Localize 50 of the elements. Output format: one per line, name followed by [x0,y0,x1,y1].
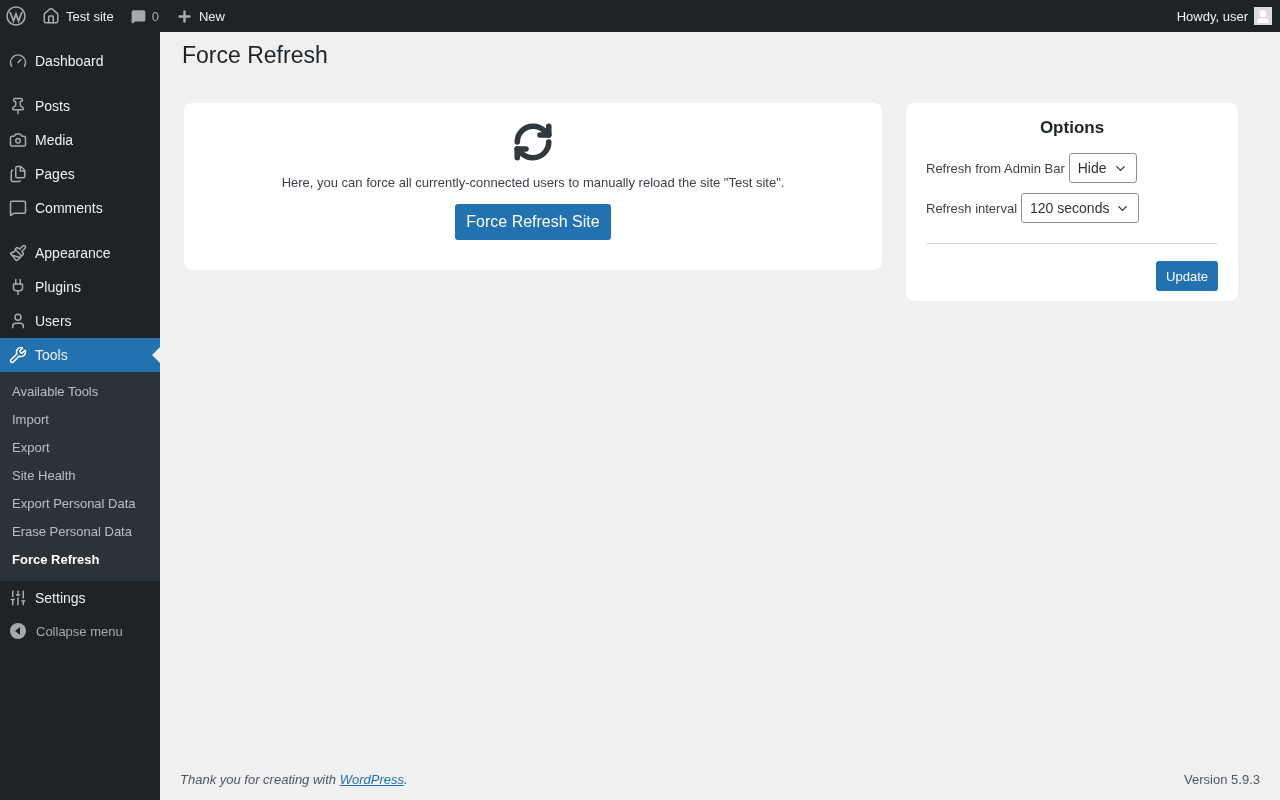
force-refresh-button[interactable]: Force Refresh Site [455,204,611,240]
home-icon [42,7,60,25]
speech-bubble-icon [130,8,146,24]
select-field[interactable]: 120 seconds [1021,193,1140,223]
pin-icon [9,97,27,115]
camera-icon [9,131,27,149]
sidebar-item[interactable]: Plugins [0,270,160,304]
description-text: Here, you can force all currently-connected users to manually reload the site "Test site". [281,175,785,190]
sidebar-item[interactable]: Media [0,123,160,157]
sidebar-item[interactable]: Pages [0,157,160,191]
sliders-icon [9,589,27,607]
greeting-link[interactable]: Howdy, user [1176,8,1248,24]
submenu-item[interactable]: Export [0,434,160,462]
sidebar-item[interactable]: Tools [0,338,160,372]
update-button[interactable]: Update [1156,261,1218,291]
files-icon [9,165,27,183]
submenu-item[interactable]: Export Personal Data [0,490,160,518]
submenu-item[interactable]: Site Health [0,462,160,490]
sidebar-item[interactable]: Dashboard [0,44,160,78]
sidebar-item[interactable]: Comments [0,191,160,225]
field-label: Refresh from Admin Bar [926,160,1065,176]
sidebar-item[interactable]: Appearance [0,236,160,270]
avatar-icon [1254,7,1272,25]
wordpress-link[interactable]: WordPress [339,772,404,787]
wrench-icon [9,346,27,364]
sidebar-item[interactable]: Posts [0,89,160,123]
submenu-item[interactable]: Erase Personal Data [0,518,160,546]
submenu-item[interactable]: Force Refresh [0,546,160,574]
sidebar-item[interactable]: Settings [0,581,160,615]
submenu-item[interactable]: Import [0,406,160,434]
options-title: Options [1038,118,1106,138]
site-name-link[interactable]: Test site [42,7,114,25]
select-field[interactable]: Hide [1068,153,1137,183]
refresh-icon [512,121,554,163]
collapse-menu-button[interactable]: Collapse menu [0,615,133,647]
version-text: Version 5.9.3 [1184,772,1260,787]
comments-link[interactable]: 0 [130,8,159,24]
paintbrush-icon [9,244,27,262]
new-link[interactable]: New [175,7,225,25]
page-title: Force Refresh [182,42,329,69]
current-page-pointer-icon [152,347,160,363]
footer-thanks-text: Thank you for creating with WordPress. [180,772,408,787]
wordpress-logo-icon[interactable] [6,6,26,26]
sidebar-item[interactable]: Users [0,304,160,338]
plus-icon [175,7,193,25]
field-label: Refresh interval [926,200,1018,216]
gauge-icon [9,52,27,70]
submenu-item[interactable]: Available Tools [0,378,160,406]
speech-bubble-icon [9,199,27,217]
person-icon [9,312,27,330]
